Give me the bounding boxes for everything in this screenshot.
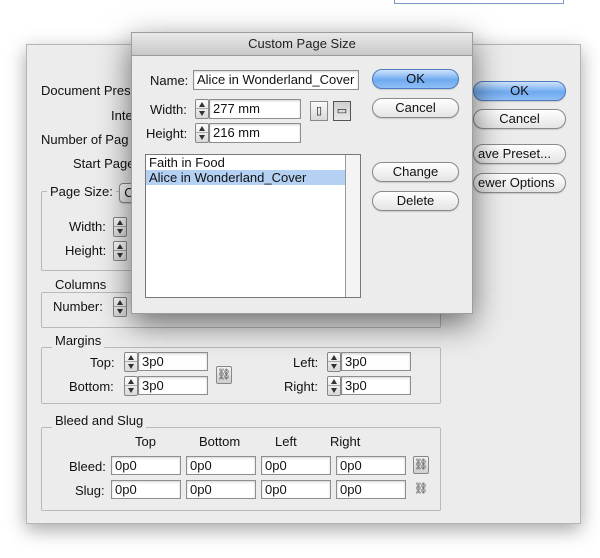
bleed-right-field[interactable]: 0p0 (336, 456, 406, 475)
bleed-header-left: Left (275, 434, 297, 449)
ok-button[interactable]: OK (372, 69, 459, 89)
margin-bottom-label: Bottom: (69, 379, 114, 394)
bleed-slug-title: Bleed and Slug (52, 413, 147, 428)
margin-right-stepper-icon[interactable] (327, 376, 341, 396)
intent-label: Inte (111, 108, 133, 123)
bleed-header-bottom: Bottom (199, 434, 241, 449)
cancel-button[interactable]: Cancel (473, 109, 566, 129)
bleed-left-field[interactable]: 0p0 (261, 456, 331, 475)
background-window-edge (394, 0, 564, 4)
slug-right-field[interactable]: 0p0 (336, 480, 406, 499)
margin-bottom-field[interactable]: 3p0 (138, 376, 208, 395)
height-label: Height: (65, 243, 107, 258)
height-label: Height: (146, 126, 188, 141)
columns-number-label: Number: (53, 299, 103, 314)
margin-left-field[interactable]: 3p0 (341, 352, 411, 371)
slug-top-field[interactable]: 0p0 (111, 480, 181, 499)
columns-title: Columns (52, 277, 110, 292)
start-page-label: Start Page (73, 156, 135, 171)
columns-stepper-icon[interactable] (113, 297, 127, 317)
save-preset-button[interactable]: ave Preset... (473, 144, 566, 164)
name-field[interactable]: Alice in Wonderland_Cover (193, 70, 359, 90)
margin-top-stepper-icon[interactable] (124, 352, 138, 372)
bleed-bottom-field[interactable]: 0p0 (186, 456, 256, 475)
bleed-chain-link-icon[interactable]: ⛓ (413, 456, 429, 474)
change-button[interactable]: Change (372, 162, 459, 182)
list-item-selected[interactable]: Alice in Wonderland_Cover (146, 170, 360, 185)
cancel-button[interactable]: Cancel (372, 98, 459, 118)
margin-bottom-stepper-icon[interactable] (124, 376, 138, 396)
margin-left-stepper-icon[interactable] (327, 352, 341, 372)
width-stepper-icon[interactable] (113, 217, 127, 237)
bleed-header-top: Top (135, 434, 156, 449)
ok-button[interactable]: OK (473, 81, 566, 101)
slug-chain-link-icon[interactable]: ⛓ (413, 481, 429, 499)
margin-left-label: Left: (293, 355, 319, 370)
document-preset-label: Document Pres (41, 83, 131, 98)
name-label: Name: (150, 73, 189, 88)
landscape-orientation-icon[interactable]: ▭ (333, 101, 351, 121)
number-of-pages-label: Number of Pag (41, 132, 129, 147)
height-field[interactable]: 216 mm (209, 123, 301, 143)
bleed-top-field[interactable]: 0p0 (111, 456, 181, 475)
width-field[interactable]: 277 mm (209, 99, 301, 119)
margin-right-label: Right: (284, 379, 318, 394)
margin-top-label: Top: (90, 355, 115, 370)
list-scrollbar[interactable] (345, 155, 360, 297)
list-item[interactable]: Faith in Food (146, 155, 360, 170)
slug-left-field[interactable]: 0p0 (261, 480, 331, 499)
slug-bottom-field[interactable]: 0p0 (186, 480, 256, 499)
fewer-options-button[interactable]: ewer Options (473, 173, 566, 193)
bleed-label: Bleed: (69, 459, 106, 474)
height-stepper-icon[interactable] (113, 241, 127, 261)
width-label: Width: (69, 219, 106, 234)
slug-label: Slug: (75, 483, 105, 498)
width-stepper-icon[interactable] (195, 99, 209, 119)
margins-title: Margins (52, 333, 105, 348)
bleed-header-right: Right (330, 434, 361, 449)
delete-button[interactable]: Delete (372, 191, 459, 211)
margin-top-field[interactable]: 3p0 (138, 352, 208, 371)
page-size-label: Page Size: (47, 184, 116, 199)
portrait-orientation-icon[interactable]: ▯ (310, 101, 328, 121)
custom-page-size-dialog: Custom Page Size Name: Alice in Wonderla… (131, 32, 473, 314)
page-size-list[interactable]: Faith in Food Alice in Wonderland_Cover (145, 154, 361, 298)
margin-right-field[interactable]: 3p0 (341, 376, 411, 395)
height-stepper-icon[interactable] (195, 123, 209, 143)
margins-chain-link-icon[interactable]: ⛓ (216, 366, 232, 384)
width-label: Width: (150, 102, 187, 117)
dialog-title: Custom Page Size (132, 33, 472, 56)
